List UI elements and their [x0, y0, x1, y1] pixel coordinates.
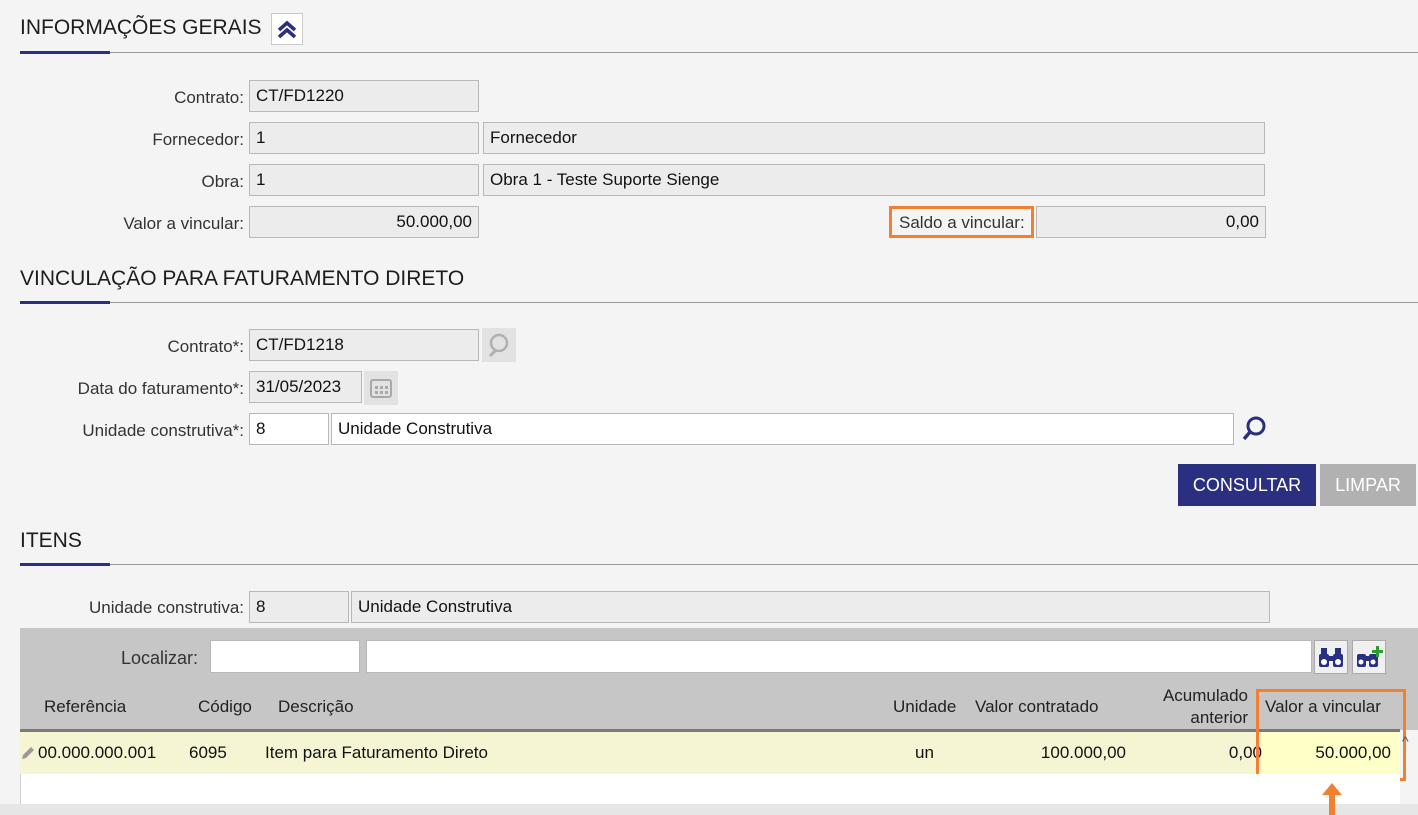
binoculars-plus-icon — [1357, 646, 1383, 667]
itens-unidade-code-field: 8 — [249, 591, 349, 623]
section-divider — [20, 51, 1418, 54]
col-descricao[interactable]: Descrição — [278, 697, 354, 717]
unidade-construtiva-name-input[interactable]: Unidade Construtiva — [331, 413, 1234, 445]
localizar-code-input[interactable] — [210, 640, 360, 673]
cell-codigo: 6095 — [189, 743, 227, 762]
arrow-up-icon — [1322, 783, 1342, 815]
consultar-button[interactable]: CONSULTAR — [1178, 464, 1316, 506]
valor-vincular-highlight-box — [1256, 689, 1406, 781]
contrato-field: CT/FD1220 — [249, 80, 479, 112]
find-button[interactable] — [1314, 640, 1348, 674]
obra-name-field: Obra 1 - Teste Suporte Sienge — [483, 164, 1265, 196]
vinc-contrato-label: Contrato*: — [167, 337, 244, 356]
cell-referencia: 00.000.000.001 — [38, 743, 157, 762]
edit-pencil-icon[interactable] — [20, 746, 35, 766]
unidade-search-button[interactable] — [1237, 412, 1271, 446]
data-faturamento-label: Data do faturamento*: — [77, 379, 244, 398]
collapse-button[interactable] — [271, 13, 303, 45]
localizar-text-input[interactable] — [366, 640, 1312, 673]
contrato-search-button[interactable] — [482, 328, 516, 362]
obra-label: Obra: — [201, 172, 244, 191]
bottom-bar — [0, 804, 1418, 815]
unidade-construtiva-label: Unidade construtiva*: — [82, 421, 244, 440]
saldo-vincular-field: 0,00 — [1036, 206, 1266, 238]
find-next-button[interactable] — [1352, 640, 1386, 674]
search-icon — [488, 333, 509, 358]
obra-code-field: 1 — [249, 164, 479, 196]
section-title-vinculacao: VINCULAÇÃO PARA FATURAMENTO DIRETO — [20, 267, 465, 290]
data-faturamento-field: 31/05/2023 — [249, 371, 362, 403]
col-codigo[interactable]: Código — [198, 697, 252, 717]
section-divider — [20, 563, 1418, 566]
contrato-label: Contrato: — [174, 88, 244, 107]
binoculars-icon — [1319, 648, 1343, 667]
col-referencia[interactable]: Referência — [44, 697, 126, 717]
col-valor-contratado[interactable]: Valor contratado — [975, 697, 1098, 717]
scroll-up-icon[interactable]: ^ — [1402, 733, 1409, 749]
table-row[interactable] — [20, 732, 1400, 774]
limpar-button[interactable]: LIMPAR — [1320, 464, 1416, 506]
section-divider — [20, 301, 1418, 304]
col-acumulado-anterior[interactable]: Acumulado anterior — [1140, 685, 1248, 729]
section-title-itens: ITENS — [20, 529, 82, 552]
itens-unidade-name-field: Unidade Construtiva — [351, 591, 1270, 623]
fornecedor-label: Fornecedor: — [152, 130, 244, 149]
vinc-contrato-field: CT/FD1218 — [249, 329, 479, 361]
valor-vincular-field: 50.000,00 — [249, 206, 479, 238]
grid-body-empty — [20, 774, 1400, 804]
cell-valor-contratado: 100.000,00 — [1040, 743, 1126, 762]
cell-unidade: un — [915, 743, 934, 762]
cell-descricao: Item para Faturamento Direto — [265, 743, 488, 762]
fornecedor-name-field: Fornecedor — [483, 122, 1265, 154]
itens-unidade-label: Unidade construtiva: — [89, 598, 244, 617]
valor-vincular-label: Valor a vincular: — [123, 214, 244, 233]
calendar-icon — [370, 379, 392, 398]
search-icon — [1242, 416, 1266, 441]
unidade-construtiva-code-input[interactable]: 8 — [249, 413, 329, 445]
localizar-label: Localizar: — [121, 648, 199, 668]
saldo-vincular-label: Saldo a vincular: — [899, 213, 1025, 232]
calendar-button[interactable] — [364, 371, 398, 405]
section-title-informacoes-gerais: INFORMAÇÕES GERAIS — [20, 16, 262, 39]
col-unidade[interactable]: Unidade — [893, 697, 956, 717]
fornecedor-code-field: 1 — [249, 122, 479, 154]
double-chevron-up-icon — [277, 20, 297, 39]
